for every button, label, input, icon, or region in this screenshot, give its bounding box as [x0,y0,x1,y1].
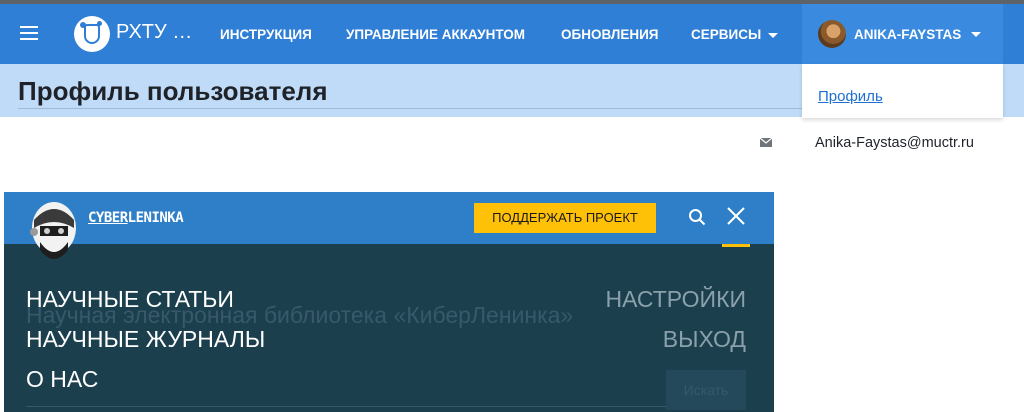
wordmark-part-leninka: LENINKA [127,210,184,226]
divider [18,108,802,109]
cyberleninka-wordmark[interactable]: CYBERLENINKA [88,210,184,226]
nav-link-updates[interactable]: ОБНОВЛЕНИЯ [561,27,659,42]
background-search-button: Искать [666,370,746,410]
menu-item-logout[interactable]: ВЫХОД [663,326,746,353]
user-dropdown: Профиль [802,64,1003,118]
support-project-button[interactable]: ПОДДЕРЖАТЬ ПРОЕКТ [474,203,656,233]
user-email: Anika-Faystas@muctr.ru [815,135,974,151]
brand-logo[interactable] [74,16,110,52]
avatar [818,20,846,48]
profile-link[interactable]: Профиль [818,88,883,105]
menu-item-about[interactable]: О НАС [26,366,98,393]
services-label: СЕРВИСЫ [691,27,762,42]
user-name: ANIKA-FAYSTAS [854,27,962,42]
close-icon[interactable] [726,206,746,226]
page-title: Профиль пользователя [18,76,328,106]
nav-link-services[interactable]: СЕРВИСЫ [691,27,779,42]
top-navbar: РХТУ … ИНСТРУКЦИЯ УПРАВЛЕНИЕ АККАУНТОМ О… [0,4,1024,64]
menu-item-settings[interactable]: НАСТРОЙКИ [605,286,746,313]
menu-item-scientific-journals[interactable]: НАУЧНЫЕ ЖУРНАЛЫ [26,326,265,353]
menu-item-scientific-articles[interactable]: НАУЧНЫЕ СТАТЬИ [26,286,234,313]
search-icon[interactable] [688,208,706,226]
wordmark-part-cyber: CYBER [88,210,128,226]
chevron-down-icon [768,32,779,38]
cyberleninka-menu-overlay: Научная электронная библиотека «КиберЛен… [4,192,774,412]
nav-link-instruction[interactable]: ИНСТРУКЦИЯ [220,27,312,42]
chevron-down-icon [971,32,981,37]
nav-link-account[interactable]: УПРАВЛЕНИЕ АККАУНТОМ [346,27,525,42]
user-menu-toggle[interactable]: ANIKA-FAYSTAS [802,4,1003,64]
background-search-input [26,370,666,407]
cyberleninka-header: CYBERLENINKA ПОДДЕРЖАТЬ ПРОЕКТ [4,192,774,244]
active-indicator [722,244,750,247]
brand-name[interactable]: РХТУ … [116,21,192,44]
menu-icon[interactable] [20,26,38,40]
cyberleninka-logo-icon[interactable] [26,198,82,268]
mail-icon [760,138,772,147]
